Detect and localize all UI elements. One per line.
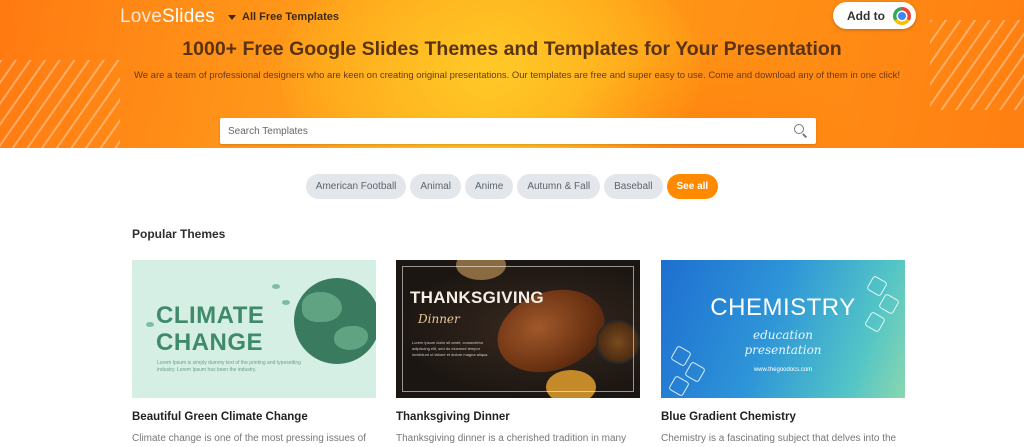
tag-animal[interactable]: Animal (410, 174, 461, 199)
page-title: 1000+ Free Google Slides Themes and Temp… (182, 38, 842, 60)
thumb-title: CHEMISTRY (710, 294, 856, 321)
caret-down-icon (228, 14, 236, 20)
tag-american-football[interactable]: American Football (305, 174, 407, 199)
thumb-url: www.thegoodocs.com (753, 367, 813, 373)
thumb-subtitle: presentation (744, 343, 822, 357)
all-templates-dropdown[interactable]: All Free Templates (228, 11, 339, 23)
globe-land (334, 326, 368, 350)
theme-description: Chemistry is a fascinating subject that … (661, 433, 897, 444)
search-icon[interactable] (794, 124, 808, 138)
thumb-body-text: Lorem ipsum dolor sit amet, consectetur … (412, 340, 489, 357)
hero-decor-stripes (0, 60, 120, 148)
theme-description: Climate change is one of the most pressi… (132, 433, 367, 444)
theme-description: Thanksgiving dinner is a cherished tradi… (396, 433, 627, 444)
leaf-icon (282, 300, 290, 305)
logo-love: Love (120, 6, 163, 27)
theme-name[interactable]: Blue Gradient Chemistry (661, 411, 796, 423)
molecule-hexagon (668, 375, 690, 397)
hero-description: We are a team of professional designers … (133, 70, 901, 81)
thumb-title-line: CLIMATE (156, 302, 265, 329)
site-logo[interactable]: LoveSlides (120, 6, 215, 28)
thumb-title: THANKSGIVING (410, 288, 544, 307)
search-bar (220, 118, 816, 144)
thumb-title: CLIMATE CHANGE (156, 302, 264, 356)
theme-name[interactable]: Beautiful Green Climate Change (132, 411, 308, 423)
logo-slides: Slides (162, 6, 215, 27)
theme-name[interactable]: Thanksgiving Dinner (396, 411, 510, 423)
theme-card-chemistry: CHEMISTRY education presentation www.the… (661, 260, 905, 444)
section-title: Popular Themes (132, 227, 226, 241)
thumb-frame (402, 266, 634, 392)
globe-land (302, 292, 342, 322)
tag-baseball[interactable]: Baseball (604, 174, 663, 199)
hero-decor-stripes (930, 20, 1024, 110)
tag-list: American Football Animal Anime Autumn & … (0, 174, 1024, 199)
globe-illustration (294, 278, 376, 364)
all-templates-label: All Free Templates (242, 11, 339, 23)
chrome-icon (893, 6, 911, 25)
thumb-subtitle: Dinner (418, 312, 460, 326)
theme-thumbnail[interactable]: THANKSGIVING Dinner Lorem ipsum dolor si… (396, 260, 640, 398)
tag-autumn-fall[interactable]: Autumn & Fall (517, 174, 601, 199)
add-to-chrome-button[interactable]: Add to (833, 2, 916, 29)
thumb-title-line: CHANGE (156, 329, 264, 356)
theme-card-climate: CLIMATE CHANGE Lorem Ipsum is simply dum… (132, 260, 376, 444)
leaf-icon (272, 284, 280, 289)
thumb-subtitle: education (753, 328, 813, 342)
hero-banner: LoveSlides All Free Templates Add to 100… (0, 0, 1024, 148)
leaf-icon (146, 322, 154, 327)
tag-anime[interactable]: Anime (464, 174, 514, 199)
theme-thumbnail[interactable]: CLIMATE CHANGE Lorem Ipsum is simply dum… (132, 260, 376, 398)
see-all-button[interactable]: See all (666, 174, 719, 199)
thumb-body-text: Lorem Ipsum is simply dummy text of the … (157, 360, 301, 373)
theme-card-thanksgiving: THANKSGIVING Dinner Lorem ipsum dolor si… (396, 260, 640, 444)
search-input[interactable] (228, 125, 794, 137)
add-to-label: Add to (847, 8, 885, 23)
theme-thumbnail[interactable]: CHEMISTRY education presentation www.the… (661, 260, 905, 398)
